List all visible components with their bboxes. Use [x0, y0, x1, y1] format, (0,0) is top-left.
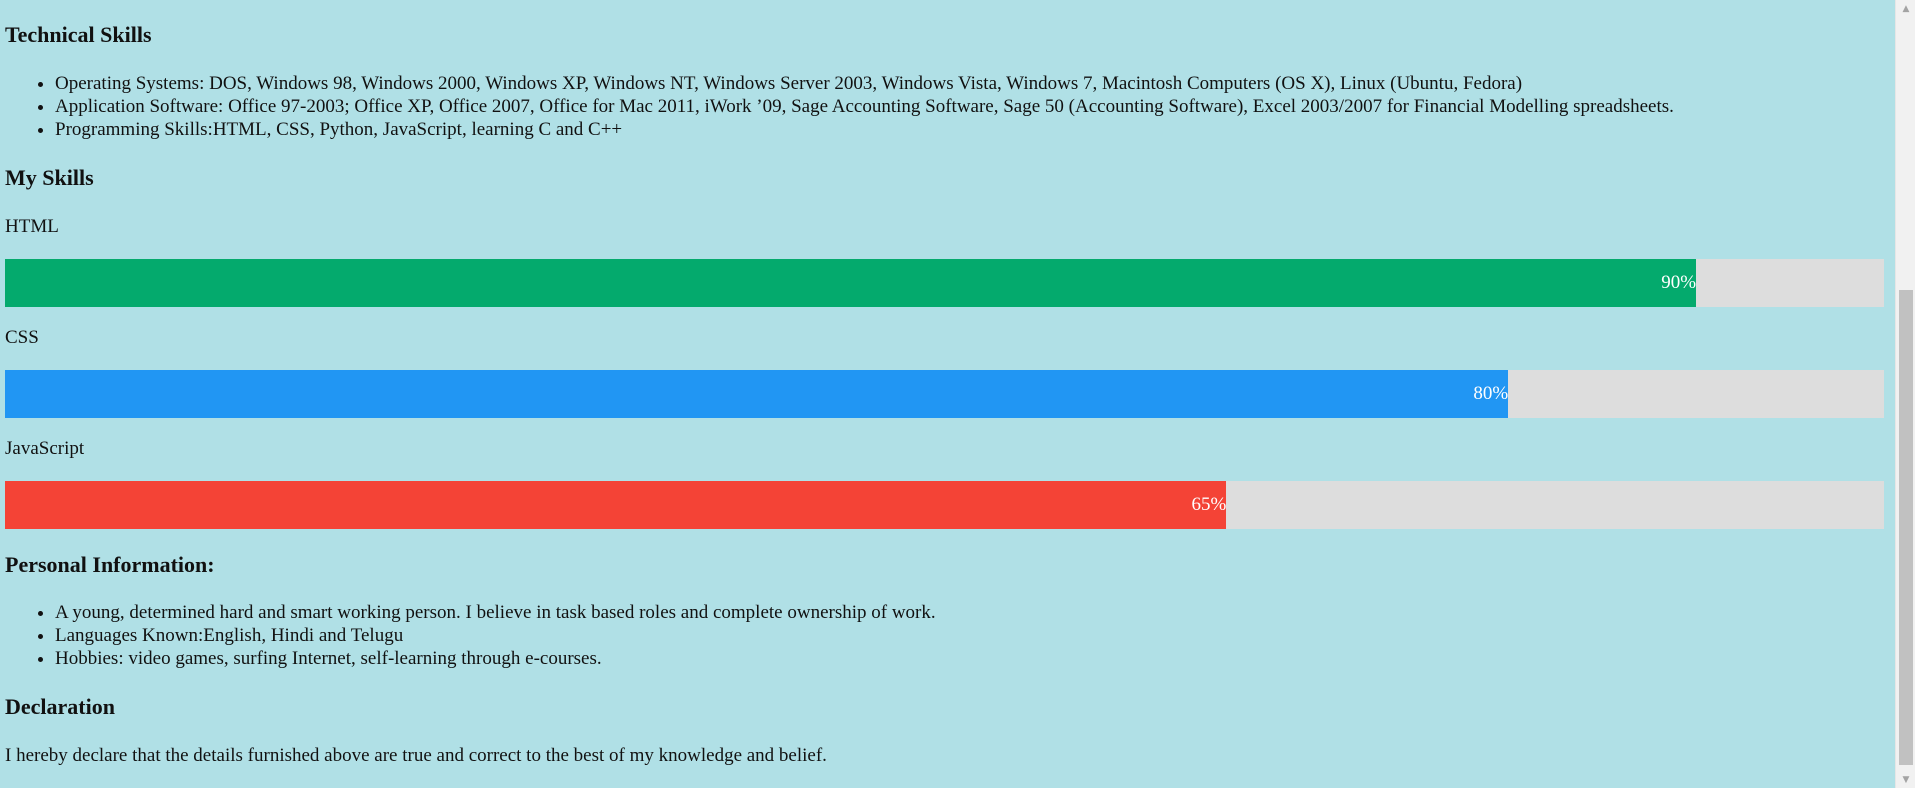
skill-bar-html: 90%	[5, 259, 1884, 307]
skill-percent-css: 80%	[1473, 383, 1509, 404]
technical-skills-list: Operating Systems: DOS, Windows 98, Wind…	[5, 72, 1674, 141]
declaration-text: I hereby declare that the details furnis…	[5, 745, 827, 766]
personal-information-heading: Personal Information:	[5, 552, 215, 577]
my-skills-heading: My Skills	[5, 165, 94, 190]
personal-information-list: A young, determined hard and smart worki…	[5, 601, 936, 670]
list-item: Operating Systems: DOS, Windows 98, Wind…	[55, 72, 1674, 95]
list-item: Application Software: Office 97-2003; Of…	[55, 95, 1674, 118]
technical-skills-heading: Technical Skills	[5, 22, 152, 47]
skill-label-html: HTML	[5, 216, 59, 237]
declaration-heading: Declaration	[5, 694, 115, 719]
arrow-up-icon[interactable]: ▲	[1896, 0, 1915, 17]
list-item: Hobbies: video games, surfing Internet, …	[55, 647, 936, 670]
page-viewport: Technical Skills Operating Systems: DOS,…	[0, 0, 1895, 788]
skill-bar-javascript: 65%	[5, 481, 1884, 529]
skill-bar-fill-html: 90%	[5, 259, 1697, 307]
arrow-down-icon[interactable]: ▼	[1896, 771, 1915, 788]
vertical-scrollbar[interactable]: ▲ ▼	[1895, 0, 1915, 788]
skill-bar-fill-javascript: 65%	[5, 481, 1227, 529]
skill-percent-html: 90%	[1661, 272, 1697, 293]
scrollbar-thumb[interactable]	[1899, 290, 1913, 765]
skill-label-javascript: JavaScript	[5, 438, 85, 459]
skill-percent-javascript: 65%	[1191, 494, 1227, 515]
list-item: Languages Known:English, Hindi and Telug…	[55, 624, 936, 647]
skill-bar-fill-css: 80%	[5, 370, 1509, 418]
list-item: A young, determined hard and smart worki…	[55, 601, 936, 624]
skill-label-css: CSS	[5, 327, 39, 348]
skill-bar-css: 80%	[5, 370, 1884, 418]
list-item: Programming Skills:HTML, CSS, Python, Ja…	[55, 118, 1674, 141]
